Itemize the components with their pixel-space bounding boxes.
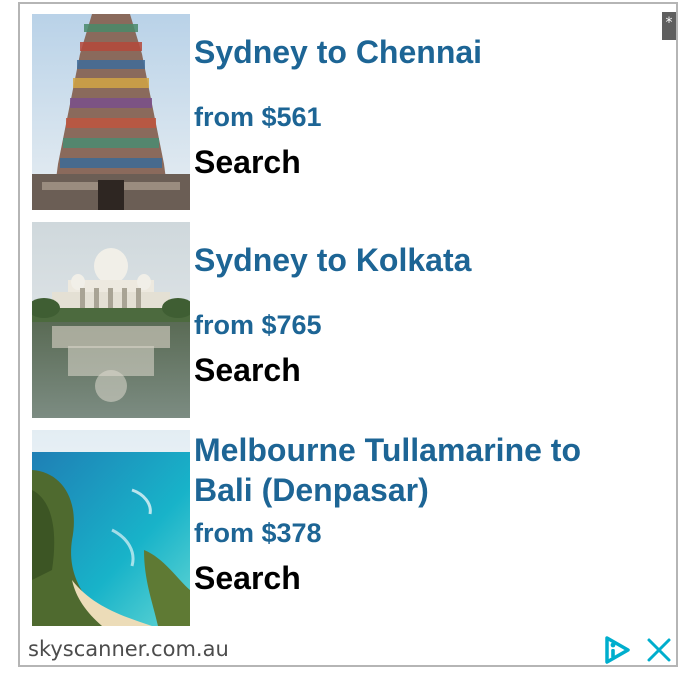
adchoices-icon[interactable] bbox=[602, 635, 634, 665]
advertiser-domain[interactable]: skyscanner.com.au bbox=[28, 636, 229, 662]
ad-footer: skyscanner.com.au bbox=[28, 633, 676, 667]
search-button[interactable]: Search bbox=[194, 142, 301, 182]
route-title[interactable]: Melbourne Tullamarine to Bali (Denpasar) bbox=[194, 430, 644, 510]
close-icon[interactable] bbox=[645, 636, 673, 664]
ad-frame: * Sydney to Chennai from $561 Search Syd… bbox=[18, 2, 678, 667]
temple-photo-icon[interactable] bbox=[32, 14, 190, 210]
ad-marker[interactable]: * bbox=[662, 12, 676, 40]
temple-photo-icon bbox=[32, 14, 190, 210]
offer-card-kolkata[interactable]: Sydney to Kolkata from $765 Search bbox=[32, 222, 662, 418]
price-label: from $561 bbox=[194, 102, 322, 132]
beach-cove-photo-icon[interactable] bbox=[32, 430, 190, 626]
offer-card-bali[interactable]: Melbourne Tullamarine to Bali (Denpasar)… bbox=[32, 430, 662, 626]
palace-reflection-photo-icon[interactable] bbox=[32, 222, 190, 418]
offer-card-chennai[interactable]: Sydney to Chennai from $561 Search bbox=[32, 14, 662, 210]
route-title[interactable]: Sydney to Kolkata bbox=[194, 240, 644, 280]
route-title[interactable]: Sydney to Chennai bbox=[194, 32, 644, 72]
search-button[interactable]: Search bbox=[194, 558, 301, 598]
beach-cove-photo-icon bbox=[32, 430, 190, 626]
price-label: from $378 bbox=[194, 518, 322, 548]
palace-reflection-photo-icon bbox=[32, 222, 190, 418]
search-button[interactable]: Search bbox=[194, 350, 301, 390]
price-label: from $765 bbox=[194, 310, 322, 340]
